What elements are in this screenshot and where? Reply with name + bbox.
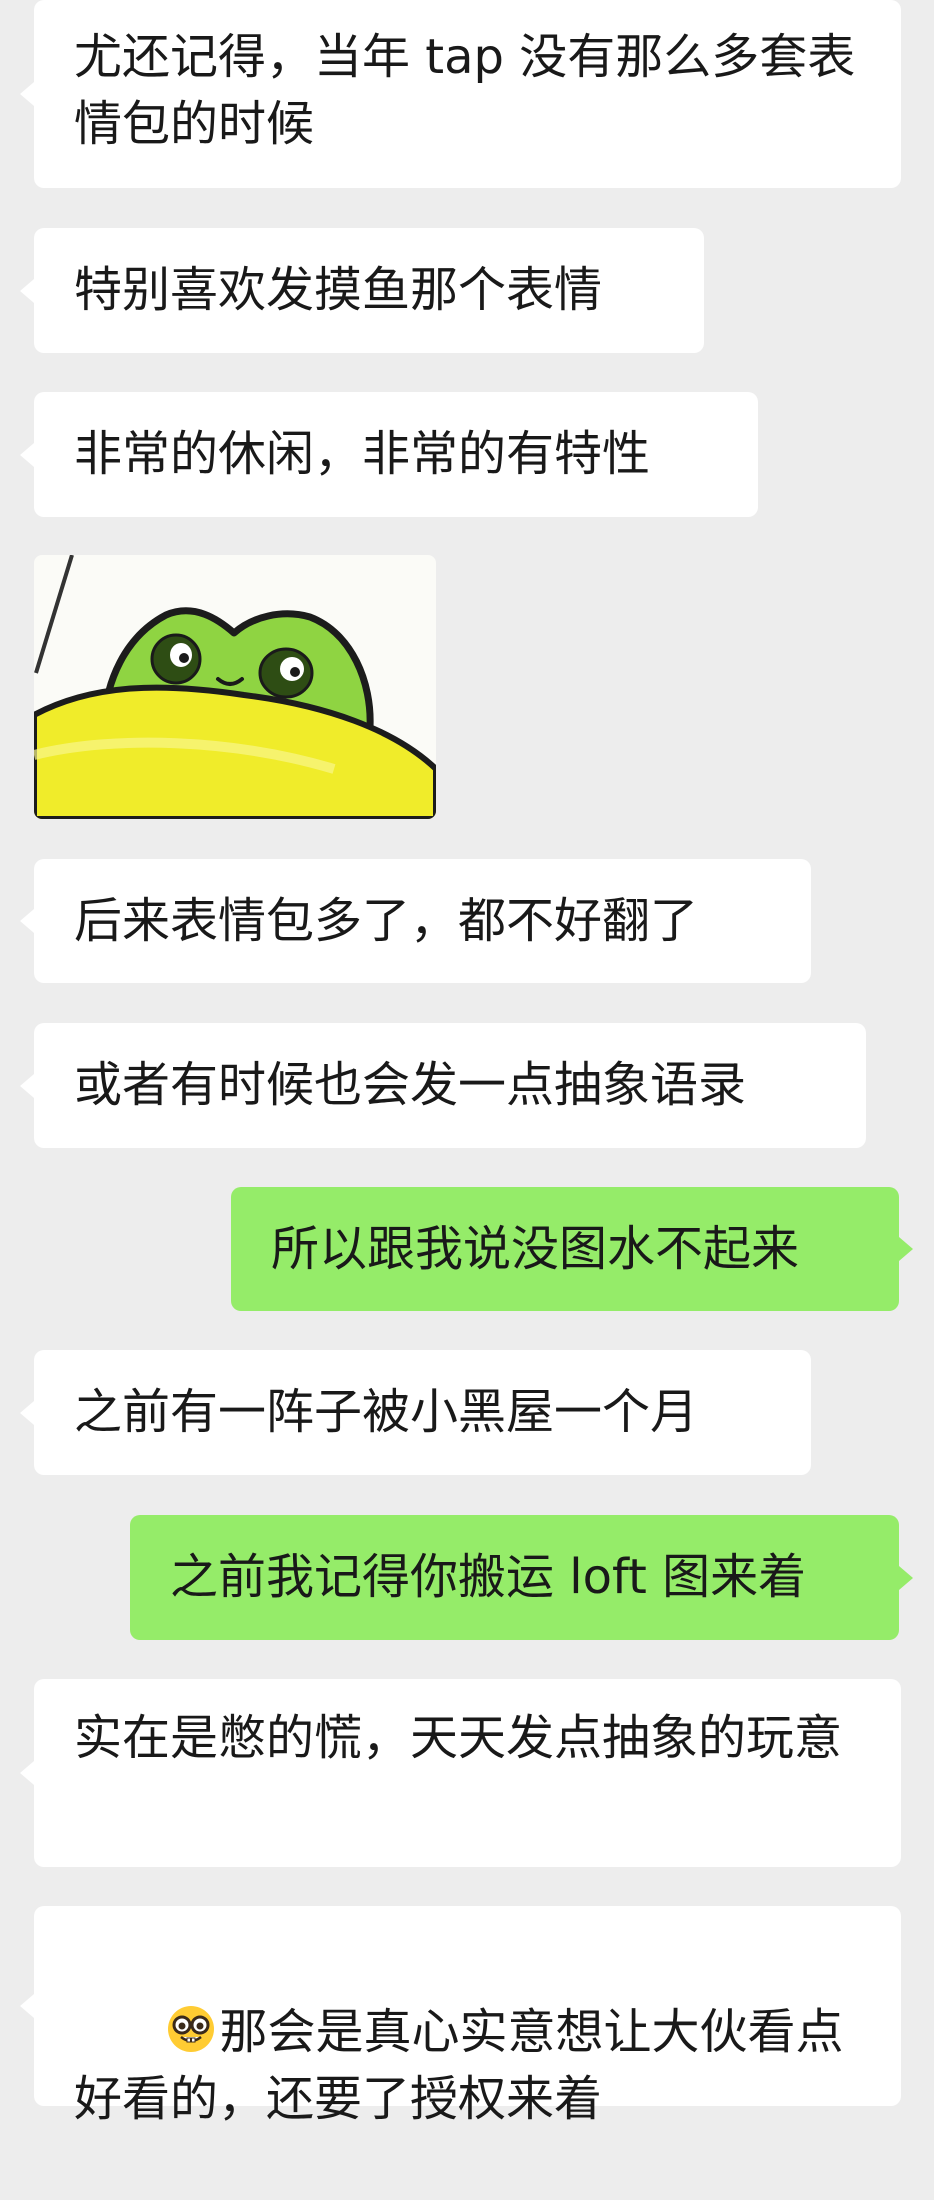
message-text: 实在是憋的慌，天天发点抽象的玩意 — [74, 1710, 843, 1766]
frog-sticker-image — [34, 555, 436, 819]
message-text: 非常的休闲，非常的有特性 — [74, 426, 651, 482]
incoming-message-bubble[interactable]: 那会是真心实意想让大伙看点好看的，还要了授权来着 — [20, 1906, 901, 2127]
message-text: 之前有一阵子被小黑屋一个月 — [74, 1384, 699, 1440]
message-text: 之前我记得你搬运 loft 图来着 — [170, 1549, 807, 1605]
message-text: 那会是真心实意想让大伙看点好看的，还要了授权来着 — [74, 1932, 861, 2200]
incoming-message-bubble[interactable]: 实在是憋的慌，天天发点抽象的玩意 — [20, 1679, 901, 1867]
outgoing-message-bubble[interactable]: 所以跟我说没图水不起来 — [231, 1187, 913, 1311]
incoming-message-bubble[interactable]: 特别喜欢发摸鱼那个表情 — [20, 228, 704, 353]
message-text: 所以跟我说没图水不起来 — [271, 1220, 800, 1277]
message-text: 特别喜欢发摸鱼那个表情 — [74, 262, 603, 318]
outgoing-message-bubble[interactable]: 之前我记得你搬运 loft 图来着 — [130, 1515, 913, 1640]
incoming-message-bubble[interactable]: 后来表情包多了，都不好翻了 — [20, 859, 811, 983]
message-text: 或者有时候也会发一点抽象语录 — [74, 1057, 747, 1113]
message-text: 尤还记得，当年 tap 没有那么多套表情包的时候 — [74, 29, 856, 152]
incoming-message-bubble[interactable]: 非常的休闲，非常的有特性 — [20, 392, 758, 517]
incoming-message-bubble[interactable]: 尤还记得，当年 tap 没有那么多套表情包的时候 — [20, 0, 901, 188]
message-text: 后来表情包多了，都不好翻了 — [74, 892, 699, 949]
nerd-face-icon — [167, 2006, 214, 2052]
incoming-message-bubble[interactable]: 之前有一阵子被小黑屋一个月 — [20, 1350, 811, 1475]
incoming-message-bubble[interactable]: 或者有时候也会发一点抽象语录 — [20, 1023, 866, 1148]
frog-peeking-sticker[interactable] — [34, 555, 436, 819]
